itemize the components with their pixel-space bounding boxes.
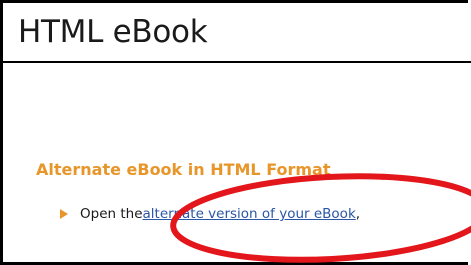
page-title: HTML eBook (18, 14, 208, 50)
triangle-bullet-icon (60, 209, 68, 219)
alternate-ebook-link[interactable]: alternate version of your eBook (143, 206, 356, 222)
list-item-suffix: , (355, 206, 361, 222)
section-heading: Alternate eBook in HTML Format (36, 160, 331, 179)
title-divider (3, 61, 471, 63)
list-item-prefix: Open the (80, 206, 143, 222)
list-item: Open the alternate version of your eBook… (60, 204, 360, 224)
